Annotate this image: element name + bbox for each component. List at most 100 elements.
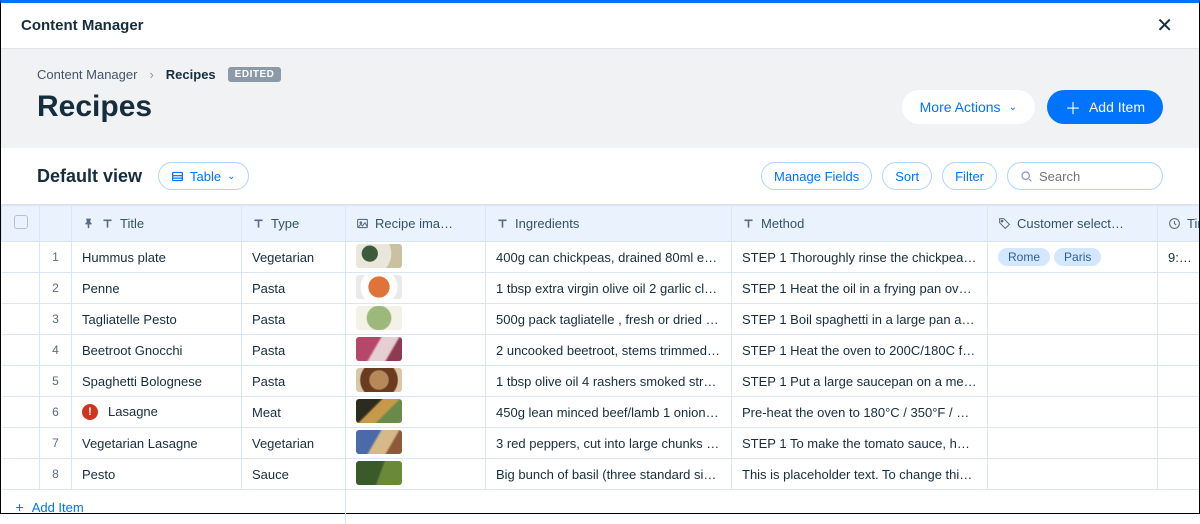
filter-button[interactable]: Filter [942,162,997,190]
select-all-checkbox[interactable] [14,215,28,229]
table-row[interactable]: 8PestoSauceBig bunch of basil (three sta… [2,459,1200,490]
cell-ingredients[interactable]: Big bunch of basil (three standard size … [486,459,732,490]
cell-customer[interactable] [988,304,1158,335]
cell-title[interactable]: Spaghetti Bolognese [72,366,242,397]
tag-chip[interactable]: Paris [1054,248,1101,266]
cell-title-text: Lasagne [108,404,158,419]
cell-ingredients[interactable]: 500g pack tagliatelle , fresh or dried 2… [486,304,732,335]
cell-ingredients[interactable]: 2 uncooked beetroot, stems trimmed (2… [486,335,732,366]
header-time[interactable]: Time [1158,206,1200,242]
cell-image[interactable] [346,428,486,459]
header-checkbox-cell[interactable] [2,206,40,242]
cell-time[interactable] [1158,273,1200,304]
header-ingredients-label: Ingredients [515,216,579,231]
cell-method[interactable]: STEP 1 Thoroughly rinse the chickpeas in… [732,242,988,273]
cell-customer[interactable] [988,366,1158,397]
cell-method[interactable]: STEP 1 Heat the oven to 200C/180C fan/ g… [732,335,988,366]
filter-label: Filter [955,169,984,184]
cell-type[interactable]: Vegetarian [242,428,346,459]
cell-time[interactable] [1158,397,1200,428]
cell-type[interactable]: Vegetarian [242,242,346,273]
recipe-thumbnail [356,430,402,454]
table-row[interactable]: 6!LasagneMeat450g lean minced beef/lamb … [2,397,1200,428]
cell-method[interactable]: STEP 1 Boil spaghetti in a large pan acc… [732,304,988,335]
more-actions-button[interactable]: More Actions ⌄ [902,90,1035,124]
pin-icon [82,217,95,230]
cell-type[interactable]: Meat [242,397,346,428]
cell-title[interactable]: Penne [72,273,242,304]
cell-customer[interactable] [988,335,1158,366]
header-title[interactable]: Title [72,206,242,242]
cell-time[interactable] [1158,459,1200,490]
table-row[interactable]: 1Hummus plateVegetarian400g can chickpea… [2,242,1200,273]
cell-image[interactable] [346,242,486,273]
table-row[interactable]: 4Beetroot GnocchiPasta2 uncooked beetroo… [2,335,1200,366]
cell-title[interactable]: !Lasagne [72,397,242,428]
cell-type[interactable]: Pasta [242,335,346,366]
header-ingredients[interactable]: Ingredients [486,206,732,242]
cell-ingredients[interactable]: 1 tbsp olive oil 4 rashers smoked streak… [486,366,732,397]
cell-image[interactable] [346,273,486,304]
cell-title[interactable]: Pesto [72,459,242,490]
cell-image[interactable] [346,304,486,335]
header-image[interactable]: Recipe ima… [346,206,486,242]
table-row[interactable]: 5Spaghetti BolognesePasta1 tbsp olive oi… [2,366,1200,397]
cell-title-text: Beetroot Gnocchi [82,343,182,358]
cell-type[interactable]: Sauce [242,459,346,490]
clock-icon [1168,217,1181,230]
table-row[interactable]: 2PennePasta1 tbsp extra virgin olive oil… [2,273,1200,304]
cell-ingredients[interactable]: 450g lean minced beef/lamb 1 onion 1 … [486,397,732,428]
cell-method[interactable]: Pre-heat the oven to 180°C / 350°F / Gas… [732,397,988,428]
cell-ingredients[interactable]: 400g can chickpeas, drained 80ml extr… [486,242,732,273]
view-picker[interactable]: Table ⌄ [158,162,248,190]
cell-customer[interactable] [988,459,1158,490]
header-customer[interactable]: Customer select… [988,206,1158,242]
recipe-thumbnail [356,244,402,268]
cell-title[interactable]: Hummus plate [72,242,242,273]
cell-image[interactable] [346,397,486,428]
cell-ingredients[interactable]: 1 tbsp extra virgin olive oil 2 garlic c… [486,273,732,304]
cell-method[interactable]: STEP 1 Heat the oil in a frying pan over… [732,273,988,304]
cell-title[interactable]: Vegetarian Lasagne [72,428,242,459]
cell-image[interactable] [346,459,486,490]
header-actions: More Actions ⌄ ＋ Add Item [902,90,1163,124]
cell-customer[interactable] [988,273,1158,304]
table-row[interactable]: 3Tagliatelle PestoPasta500g pack tagliat… [2,304,1200,335]
chevron-down-icon: ⌄ [227,171,235,182]
sort-button[interactable]: Sort [882,162,932,190]
header-type[interactable]: Type [242,206,346,242]
cell-customer[interactable] [988,428,1158,459]
cell-type[interactable]: Pasta [242,366,346,397]
cell-method[interactable]: This is placeholder text. To change this… [732,459,988,490]
cell-time[interactable] [1158,304,1200,335]
cell-title-text: Penne [82,281,120,296]
cell-title[interactable]: Beetroot Gnocchi [72,335,242,366]
add-item-row[interactable]: +Add Item [2,490,1200,524]
text-type-icon [101,217,114,230]
cell-customer[interactable]: RomeParis [988,242,1158,273]
cell-customer[interactable] [988,397,1158,428]
cell-method[interactable]: STEP 1 Put a large saucepan on a medium … [732,366,988,397]
search-input[interactable] [1039,169,1150,184]
add-item-button[interactable]: ＋ Add Item [1047,90,1163,124]
cell-type[interactable]: Pasta [242,273,346,304]
recipe-thumbnail [356,461,402,485]
tag-chip[interactable]: Rome [998,248,1050,266]
cell-image[interactable] [346,335,486,366]
cell-time[interactable]: 9:22 PM [1158,242,1200,273]
view-name: Default view [37,166,142,187]
cell-type[interactable]: Pasta [242,304,346,335]
cell-time[interactable] [1158,335,1200,366]
cell-time[interactable] [1158,428,1200,459]
cell-ingredients[interactable]: 3 red peppers, cut into large chunks 2 a… [486,428,732,459]
cell-time[interactable] [1158,366,1200,397]
table-row[interactable]: 7Vegetarian LasagneVegetarian3 red peppe… [2,428,1200,459]
manage-fields-button[interactable]: Manage Fields [761,162,872,190]
cell-title[interactable]: Tagliatelle Pesto [72,304,242,335]
header-method[interactable]: Method [732,206,988,242]
breadcrumb-root[interactable]: Content Manager [37,67,137,82]
search-box[interactable] [1007,162,1163,190]
cell-image[interactable] [346,366,486,397]
close-button[interactable]: ✕ [1150,9,1179,42]
cell-method[interactable]: STEP 1 To make the tomato sauce, heat th… [732,428,988,459]
